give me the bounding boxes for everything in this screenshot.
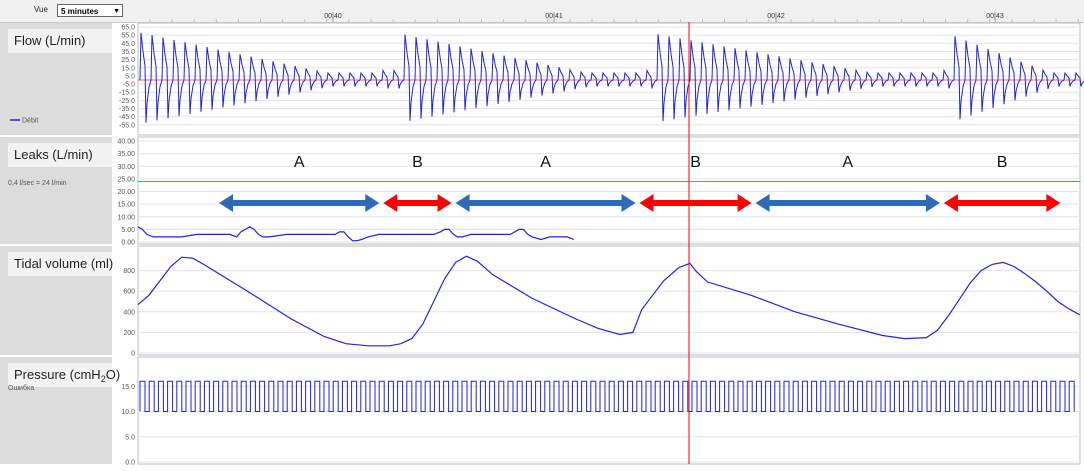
plot-area (137, 136, 1081, 245)
y-tick-label: 0.00 (121, 240, 135, 247)
y-tick-label: -25.0 (119, 98, 135, 105)
segment-label: A (842, 154, 853, 171)
plot-area (137, 22, 1081, 136)
y-tick-label: 5.00 (121, 227, 135, 234)
time-tick-label: 00:40 (324, 13, 342, 20)
y-tick-label: 400 (123, 309, 135, 316)
y-tick-label: 0.0 (125, 460, 135, 467)
time-tick-label: 00:41 (545, 13, 563, 20)
y-tick-label: 600 (123, 289, 135, 296)
y-tick-label: 15.0 (121, 384, 135, 391)
panel-title: Flow (L/min) (14, 33, 86, 48)
y-tick-label: 10.0 (121, 409, 135, 416)
segment-label: A (540, 154, 551, 171)
time-tick-label: 00:43 (986, 13, 1004, 20)
panel-tidal: 800 600 400 200 0 Tidal volume (ml) (0, 245, 1081, 358)
y-tick-label: 55.0 (121, 33, 135, 40)
ventilator-chart: 00:40 00:41 00:42 00:4365.055.045.035.025.0… (0, 12, 1084, 467)
y-tick-label: 30.00 (117, 164, 135, 171)
y-tick-label: -5.0 (123, 82, 135, 89)
y-tick-label: 0 (131, 351, 135, 358)
y-tick-label: 15.0 (121, 65, 135, 72)
y-tick-label: 35.0 (121, 49, 135, 56)
y-tick-label: 25.00 (117, 176, 135, 183)
y-tick-label: 800 (123, 268, 135, 275)
y-tick-label: 45.0 (121, 41, 135, 48)
y-tick-label: 15.00 (117, 202, 135, 209)
panel-leaks: 40.00 35.00 30.00 25.00 20.00 15.00 10.00 5.00 0… (0, 136, 1081, 247)
y-tick-label: -35.0 (119, 106, 135, 113)
y-tick-label: 25.0 (121, 57, 135, 64)
y-tick-label: -55.0 (119, 122, 135, 129)
segment-label: A (294, 154, 305, 171)
y-tick-label: -45.0 (119, 114, 135, 121)
plot-area (137, 245, 1081, 356)
segment-label: B (412, 154, 423, 171)
y-tick-label: -15.0 (119, 90, 135, 97)
panel-title: Tidal volume (ml) (14, 256, 113, 271)
y-tick-label: 65.0 (121, 25, 135, 32)
panel-flow: 65.055.045.035.025.015.05.0 -5.0-15.0-25.… (0, 22, 1084, 136)
legend-label: Débit (22, 118, 38, 125)
y-tick-label: 5.0 (125, 73, 135, 80)
threshold-label: 0,4 l/sec = 24 l/min (8, 180, 67, 187)
time-tick-label: 00:42 (767, 13, 785, 20)
panel-pressure: 15.010.05.00.0Pressure (cmH2O)Ошибка (0, 356, 1081, 467)
y-tick-label: 20.00 (117, 189, 135, 196)
y-tick-label: 10.00 (117, 214, 135, 221)
panel-title: Leaks (L/min) (14, 147, 93, 162)
y-tick-label: 40.00 (117, 139, 135, 146)
y-tick-label: 35.00 (117, 151, 135, 158)
segment-label: B (997, 154, 1008, 171)
corner-label: Ошибка (8, 384, 34, 392)
segment-label: B (690, 154, 701, 171)
y-tick-label: 200 (123, 330, 135, 337)
y-tick-label: 5.0 (125, 434, 135, 441)
